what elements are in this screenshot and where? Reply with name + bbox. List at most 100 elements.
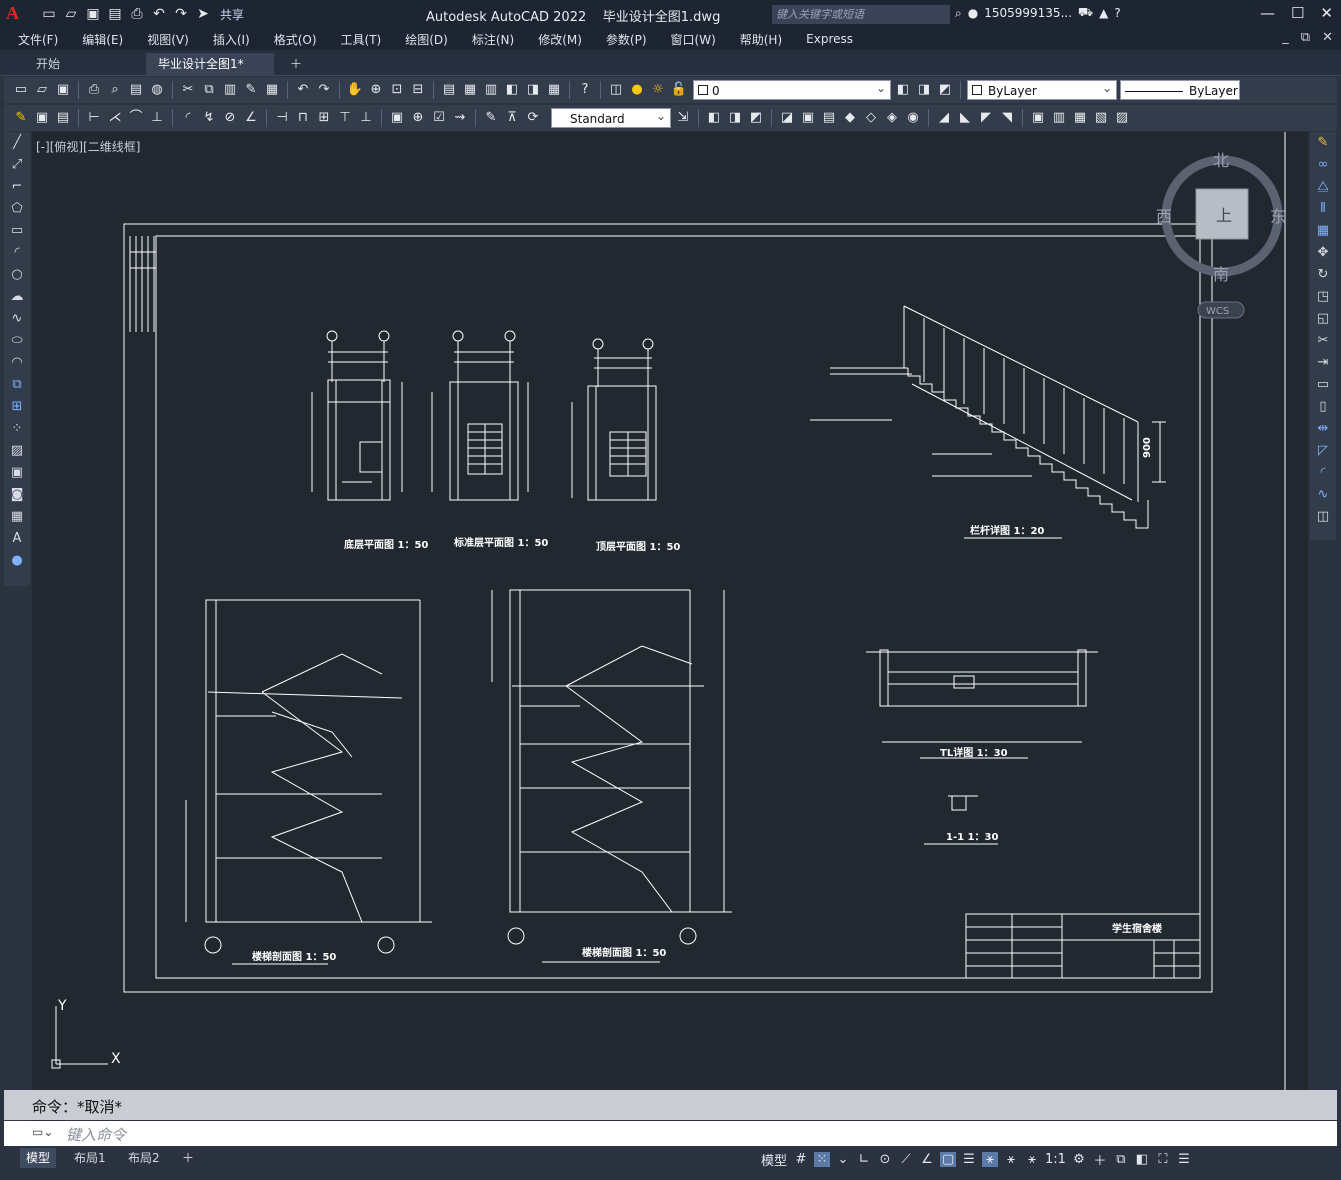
share-icon[interactable]: ➤ [194, 6, 212, 22]
user-name[interactable]: 1505999135... [984, 6, 1072, 20]
ucs-icon[interactable]: ◢ [935, 109, 953, 127]
plot-icon[interactable]: ⎙ [128, 6, 146, 22]
wcs-menu[interactable]: WCS [1206, 306, 1229, 317]
doc-close-icon[interactable]: ✕ [1322, 30, 1333, 45]
command-prompt-icon[interactable]: ▭⌄ [32, 1125, 53, 1139]
viewcube[interactable]: 上 北 南 东 西 WCS [1156, 151, 1286, 319]
menu-window[interactable]: 窗口(W) [671, 31, 716, 48]
copy-icon[interactable]: ⧉ [200, 81, 218, 99]
viewport-controls[interactable]: [-][俯视][二维线框] [36, 138, 140, 155]
trim-icon[interactable]: ✂ [1310, 330, 1336, 352]
layer-lock-icon[interactable]: 🔓 [670, 81, 688, 99]
menu-parametric[interactable]: 参数(P) [606, 31, 647, 48]
share-button[interactable]: 共享 [220, 6, 244, 23]
tab-drawing[interactable]: 毕业设计全图1* ✕ [146, 53, 274, 93]
drawing-svg[interactable]: 底层平面图 1：50 标准层平面图 1：50 顶层平面图 1：50 栏杆详图 1… [32, 132, 1308, 1090]
jog-linear-icon[interactable]: ⇝ [451, 109, 469, 127]
ucs-origin-icon[interactable]: ▦ [1071, 109, 1089, 127]
make-current-icon[interactable]: ◧ [894, 81, 912, 99]
circle-icon[interactable]: ○ [4, 264, 30, 286]
open-icon[interactable]: ▱ [62, 6, 80, 22]
menu-express[interactable]: Express [806, 32, 853, 46]
fullscreen-icon[interactable]: ⛶ [1155, 1152, 1171, 1167]
dim-angular-icon[interactable]: ∠ [242, 109, 260, 127]
ucs-face-icon[interactable]: ◥ [998, 109, 1016, 127]
snap-dropdown-icon[interactable]: ⌄ [835, 1152, 851, 1167]
view-back-icon[interactable]: ▤ [820, 109, 838, 127]
markup-icon[interactable]: ◨ [524, 81, 542, 99]
linetype-dropdown[interactable]: ByLayer [1120, 78, 1240, 100]
model-space-button[interactable]: 模型 [760, 1150, 788, 1169]
rotate-icon[interactable]: ↻ [1310, 264, 1336, 286]
publish-icon[interactable]: ▤ [127, 81, 145, 99]
inspect-icon[interactable]: ☑ [430, 109, 448, 127]
isolate-icon[interactable]: ⧉ [1113, 1152, 1129, 1167]
blend-icon[interactable]: ∿ [1310, 484, 1336, 506]
menu-draw[interactable]: 绘图(D) [405, 31, 448, 48]
scale-icon[interactable]: ◳ [1310, 286, 1336, 308]
menu-dimension[interactable]: 标注(N) [472, 31, 514, 48]
zoom-window-icon[interactable]: ⊡ [388, 81, 406, 99]
redo-tool-icon[interactable]: ↷ [315, 81, 333, 99]
design-center-icon[interactable]: ▦ [461, 81, 479, 99]
spline-icon[interactable]: ∿ [4, 308, 30, 330]
matchprop-icon[interactable]: ✎ [242, 81, 260, 99]
region-icon[interactable]: ◙ [4, 484, 30, 506]
layout-tab-model[interactable]: 模型 [20, 1148, 57, 1168]
tolerance-icon[interactable]: ▣ [388, 109, 406, 127]
quick-dim-icon[interactable]: ⊣ [273, 109, 291, 127]
revcloud-icon[interactable]: ☁ [4, 286, 30, 308]
customize-icon[interactable]: ☰ [1176, 1152, 1192, 1167]
gradient-icon[interactable]: ▣ [4, 462, 30, 484]
dim-linear-icon[interactable]: ⊢ [85, 109, 103, 127]
open-file-icon[interactable]: ▱ [33, 81, 51, 99]
pan-icon[interactable]: ✋ [346, 81, 364, 99]
construction-line-icon[interactable]: ⤢ [4, 154, 30, 176]
block-editor-icon[interactable]: ▦ [263, 81, 281, 99]
stretch-icon[interactable]: ◱ [1310, 308, 1336, 330]
match-icon[interactable]: ▣ [33, 109, 51, 127]
doc-restore-icon[interactable]: ⧉ [1301, 30, 1310, 45]
dim-style-icon[interactable]: ⇲ [674, 109, 692, 127]
line-icon[interactable]: ╱ [4, 132, 30, 154]
menu-format[interactable]: 格式(O) [274, 31, 317, 48]
dim-edit-icon[interactable]: ✎ [482, 109, 500, 127]
viewcube-south[interactable]: 南 [1213, 265, 1229, 284]
dim-baseline-icon[interactable]: ⊓ [294, 109, 312, 127]
annotation-scale-value[interactable]: 1:1 [1045, 1152, 1066, 1167]
view-left-icon[interactable]: ◩ [747, 109, 765, 127]
osnap-icon[interactable]: ∠ [919, 1152, 935, 1167]
dim-arc-icon[interactable]: ⌒ [127, 109, 145, 127]
offset-icon[interactable]: ⫴ [1310, 198, 1336, 220]
polar-icon[interactable]: ⊙ [877, 1152, 893, 1167]
arc-icon[interactable]: ◜ [4, 242, 30, 264]
saveas-icon[interactable]: ▤ [106, 6, 124, 22]
dim-ordinate-icon[interactable]: ⊥ [148, 109, 166, 127]
ucs-zaxis-icon[interactable]: ▧ [1092, 109, 1110, 127]
menu-edit[interactable]: 编辑(E) [82, 31, 123, 48]
layout-tab-1[interactable]: 布局1 [68, 1148, 112, 1168]
command-line[interactable]: ▭⌄ 键入命令 [4, 1121, 1337, 1146]
cart-icon[interactable]: ⛟ [1078, 5, 1093, 21]
table-icon[interactable]: ▦ [4, 506, 30, 528]
ucs-3point-icon[interactable]: ▨ [1113, 109, 1131, 127]
autodesk-icon[interactable]: ▲ [1099, 6, 1108, 20]
print-icon[interactable]: ⎙ [85, 81, 103, 99]
undo-tool-icon[interactable]: ↶ [294, 81, 312, 99]
ucs-world-icon[interactable]: ◣ [956, 109, 974, 127]
view-top-icon[interactable]: ◧ [705, 109, 723, 127]
view-sw-icon[interactable]: ◆ [841, 109, 859, 127]
make-block-icon[interactable]: ⊞ [4, 396, 30, 418]
menu-tools[interactable]: 工具(T) [341, 31, 382, 48]
annotation-scale-icon[interactable]: ⚹ [1024, 1152, 1040, 1167]
isodraft-icon[interactable]: ⟋ [898, 1152, 914, 1167]
search-input[interactable]: 键入关键字或短语 [772, 5, 950, 24]
help-icon[interactable]: ? [1114, 6, 1120, 20]
viewcube-west[interactable]: 西 [1156, 207, 1172, 226]
lineweight-icon[interactable]: ☰ [961, 1152, 977, 1167]
menu-insert[interactable]: 插入(I) [213, 31, 250, 48]
explode-icon[interactable]: ◫ [1310, 506, 1336, 528]
ellipse-icon[interactable]: ⬭ [4, 330, 30, 352]
tab-start[interactable]: 开始 [24, 53, 72, 75]
workspace-icon[interactable]: ⚙ [1071, 1152, 1087, 1167]
